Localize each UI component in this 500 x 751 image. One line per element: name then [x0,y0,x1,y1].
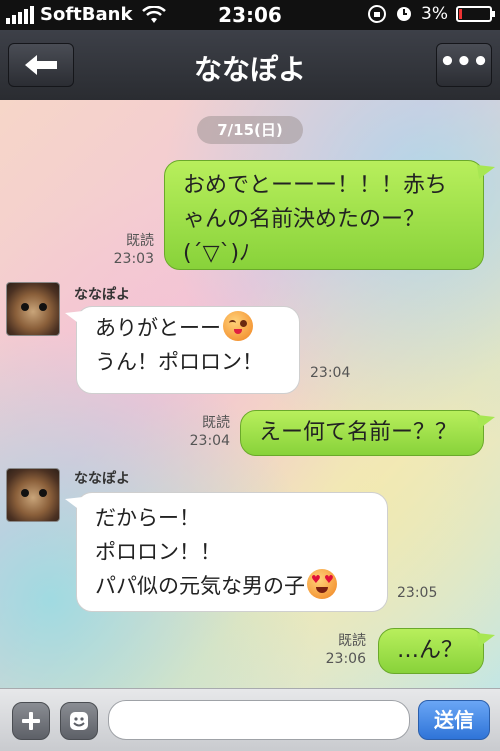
message-time: 23:04 [189,433,230,449]
avatar[interactable] [6,468,60,522]
bubble-tail [477,165,495,179]
status-bar: SoftBank 23:06 3% [0,0,500,30]
rotation-lock-icon [368,5,387,23]
message-bubble-sent[interactable]: …ん？ [378,628,495,674]
message-meta: 既読 23:06 [326,632,366,668]
chat-area[interactable]: 7/15(日) 既読 23:03 おめでとーーー！！！赤ちゃんの名前決めたのー？… [0,100,500,688]
message-meta: 23:05 [397,584,437,602]
message-time: 23:06 [325,651,366,667]
read-receipt: 既読 [338,633,366,649]
message-bubble-sent[interactable]: おめでとーーー！！！赤ちゃんの名前決めたのー？(´▽`)ﾉ [164,160,495,270]
read-receipt: 既読 [126,233,154,249]
more-button[interactable]: ••• [436,43,492,87]
message-bubble-received[interactable]: ありがとーー うん！ポロロン！ [65,306,300,394]
message-time: 23:03 [113,251,154,267]
message-meta: 既読 23:03 [114,232,154,268]
message-text: えー何て名前ー？？ [259,420,458,445]
message-time: 23:05 [397,585,438,601]
message-meta: 23:04 [310,364,350,382]
sender-name: ななぽよ [74,471,130,487]
message-meta: 既読 23:04 [190,414,230,450]
chat-header: ななぽよ ••• [0,30,500,101]
message-input[interactable] [108,700,410,740]
message-time: 23:04 [310,365,351,381]
message-text: …ん？ [397,638,464,663]
message-text: おめでとーーー！！！赤ちゃんの名前決めたのー？(´▽`)ﾉ [183,173,448,266]
alarm-icon [397,7,412,21]
sender-name: ななぽよ [74,287,130,303]
sticker-button[interactable] [60,702,98,740]
input-bar: 送信 [0,688,500,751]
status-right: 3% [367,4,495,24]
send-button[interactable]: 送信 [418,700,490,740]
battery-percent: 3% [421,4,448,24]
chat-title: ななぽよ [193,53,306,86]
add-attachment-button[interactable] [12,702,50,740]
message-text: だからー！ [95,506,200,530]
bubble-tail [477,633,495,647]
date-separator: 7/15(日) [197,116,303,144]
battery-icon [456,6,495,22]
smiley-icon [70,712,88,730]
winking-face-icon [223,311,253,341]
read-receipt: 既読 [202,415,230,431]
avatar[interactable] [6,282,60,336]
message-text: パパ似の元気な男の子 [95,574,305,598]
bubble-tail [477,415,495,429]
bubble-tail [65,497,83,511]
heart-eyes-face-icon: ♥ ♥ [307,569,337,599]
bubble-tail [65,311,83,325]
message-bubble-received[interactable]: だからー！ ポロロン！！ パパ似の元気な男の子 ♥ ♥ [65,492,388,612]
message-text: うん！ポロロン！ [95,350,263,374]
message-text: ありがとーー [95,316,221,340]
message-text: ポロロン！！ [95,540,221,564]
message-bubble-sent[interactable]: えー何て名前ー？？ [240,410,495,456]
plus-icon [22,712,40,730]
